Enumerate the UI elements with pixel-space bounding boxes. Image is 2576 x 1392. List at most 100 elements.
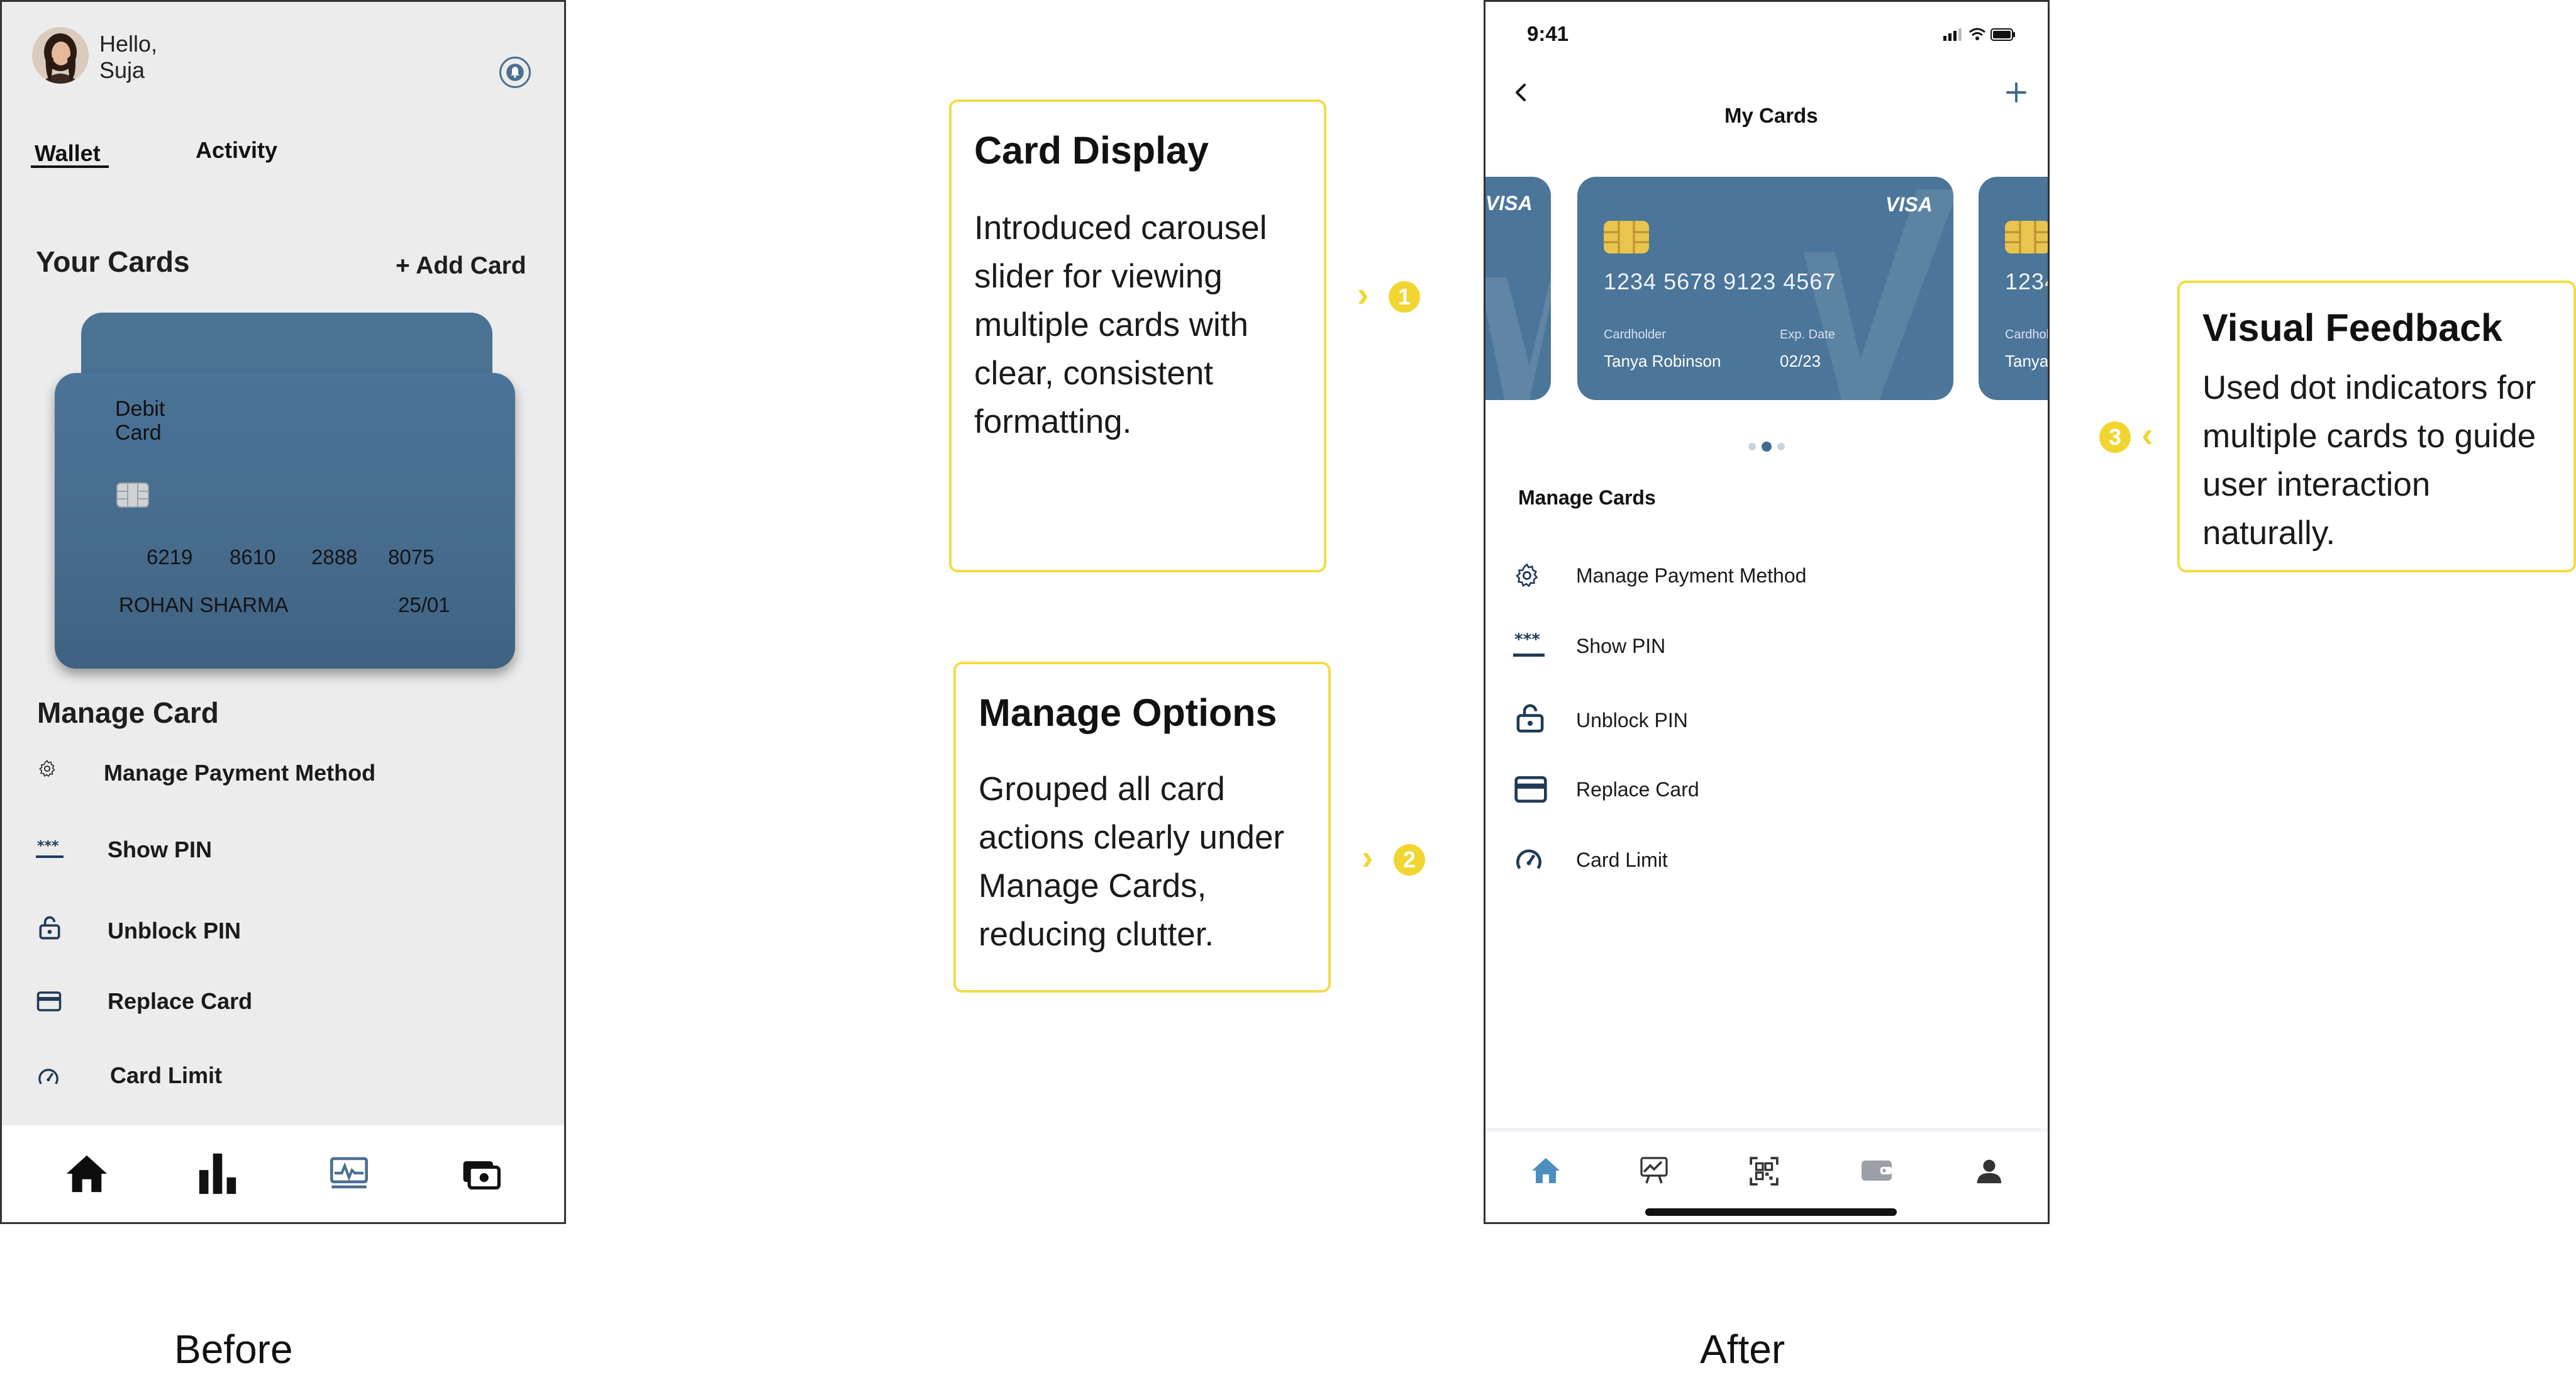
svg-text:***: *** — [37, 838, 59, 854]
callout-line: formatting. — [974, 403, 1132, 440]
wallet-icon[interactable] — [1860, 1158, 1893, 1183]
menu-item-replace-card[interactable]: Replace Card — [1513, 772, 2016, 807]
manage-card-title: Manage Card — [37, 696, 219, 729]
expiry-label: Exp. Date — [1780, 328, 1835, 342]
callout-line: reducing clutter. — [979, 916, 1214, 953]
wallet-icon[interactable] — [461, 1157, 501, 1189]
callout-title: Manage Options — [979, 691, 1277, 734]
bell-icon — [506, 64, 524, 81]
chip-icon — [1604, 221, 1649, 253]
callout-line: slider for viewing — [974, 258, 1223, 295]
gear-icon — [1516, 563, 1538, 587]
profile-icon[interactable] — [1975, 1157, 2004, 1186]
visa-logo: VISA — [1485, 192, 1533, 214]
carousel-dot[interactable] — [1748, 443, 1756, 450]
callout-body: Used dot indicators for multiple cards t… — [2202, 364, 2536, 557]
after-caption: After — [1700, 1327, 1785, 1372]
menu-label: Unblock PIN — [108, 918, 242, 944]
nav-divider — [1485, 1128, 2048, 1132]
notification-button[interactable] — [499, 57, 531, 88]
status-bar-icons — [1943, 28, 2015, 41]
after-phone-screen: 9:41 My Cards VISA VISA 1234 5678 9123 4… — [1484, 0, 2050, 1224]
menu-item-unblock-pin[interactable]: Unblock PIN — [1513, 701, 2016, 737]
home-icon[interactable] — [65, 1153, 109, 1194]
card-type-line1: Debit — [115, 397, 165, 421]
chip-icon — [116, 482, 149, 508]
menu-item-card-limit[interactable]: Card Limit — [1513, 842, 2016, 877]
chevron-right-icon: › — [1362, 837, 1374, 877]
menu-label: Card Limit — [110, 1062, 223, 1088]
carousel-card-active[interactable]: VISA 1234 5678 9123 4567 Cardholder Tany… — [1577, 177, 1953, 400]
card-holder-name: ROHAN SHARMA — [119, 593, 289, 616]
home-indicator — [1645, 1208, 1897, 1216]
chevron-left-icon: ‹ — [2141, 415, 2153, 454]
menu-item-show-pin[interactable]: *** Show PIN — [1513, 630, 2016, 662]
chart-icon[interactable] — [1639, 1155, 1669, 1186]
add-card-button[interactable]: + Add Card — [396, 252, 526, 280]
callout-badge-1: 1 — [1389, 281, 1420, 313]
callout-line: Manage Cards, — [979, 867, 1207, 905]
card-number-group-4: 8075 — [388, 545, 435, 569]
visa-logo: VISA — [1885, 193, 1933, 216]
menu-label: Manage Payment Method — [1576, 564, 1807, 587]
menu-item-show-pin[interactable]: *** Show PIN — [36, 835, 533, 871]
carousel-card-next[interactable]: 1234 Cardhol Tanya — [1979, 177, 2050, 400]
menu-label: Show PIN — [108, 837, 213, 862]
gauge-icon — [38, 1069, 58, 1084]
tab-wallet[interactable]: Wallet — [35, 140, 101, 167]
menu-label: Replace Card — [1576, 778, 1699, 801]
callout-line: Grouped all card — [979, 771, 1225, 808]
chip-icon — [2005, 221, 2048, 253]
menu-item-card-limit[interactable]: Card Limit — [36, 1061, 533, 1096]
menu-label: Card Limit — [1576, 849, 1668, 871]
your-cards-title: Your Cards — [36, 245, 190, 278]
avatar[interactable] — [32, 27, 89, 84]
carousel-card-prev[interactable]: VISA — [1485, 177, 1551, 400]
menu-label: Show PIN — [1576, 635, 1666, 657]
tab-activity[interactable]: Activity — [196, 137, 277, 164]
card-number: 1234 — [2005, 269, 2048, 294]
callout-line: multiple cards with — [974, 306, 1248, 343]
bar-chart-icon[interactable] — [197, 1152, 238, 1196]
bottom-nav — [2, 1125, 564, 1222]
debit-card[interactable]: Debit Card 6219 8610 2888 8075 ROHAN SHA… — [55, 373, 515, 669]
pin-icon: *** — [36, 838, 64, 858]
cardholder-label: Cardhol — [2005, 328, 2050, 342]
menu-item-manage-payment[interactable]: Manage Payment Method — [37, 759, 534, 794]
menu-item-replace-card[interactable]: Replace Card — [36, 987, 533, 1022]
lock-icon — [1516, 704, 1544, 733]
card-number: 1234 5678 9123 4567 — [1604, 269, 1836, 294]
cardholder-name: Tanya — [2005, 352, 2049, 370]
card-number-group-3: 2888 — [311, 545, 358, 569]
greeting: Hello, Suja — [99, 31, 157, 84]
menu-item-manage-payment[interactable]: Manage Payment Method — [1513, 560, 2016, 593]
menu-label: Replace Card — [108, 988, 253, 1014]
activity-icon[interactable] — [330, 1157, 368, 1189]
qr-icon[interactable] — [1748, 1155, 1780, 1187]
card-icon — [1514, 776, 1547, 803]
tab-wallet-label: Wallet — [35, 140, 101, 166]
add-icon[interactable] — [2004, 80, 2029, 105]
callout-title: Card Display — [974, 129, 1209, 172]
card-icon — [36, 991, 62, 1011]
back-arrow-icon[interactable] — [1512, 80, 1531, 105]
callout-visual-feedback: Visual Feedback Used dot indicators for … — [2177, 281, 2576, 572]
page-title: My Cards — [1724, 104, 1818, 127]
callout-line: Used dot indicators for — [2202, 369, 2536, 406]
callout-badge-2: 2 — [1394, 844, 1425, 876]
home-icon[interactable] — [1531, 1157, 1561, 1184]
card-expiry: 25/01 — [398, 593, 450, 616]
expiry-value: 02/23 — [1780, 352, 1821, 370]
gear-icon — [39, 760, 55, 777]
carousel-dot[interactable] — [1777, 443, 1785, 450]
gauge-icon — [1516, 849, 1541, 869]
menu-item-unblock-pin[interactable]: Unblock PIN — [36, 914, 533, 949]
tab-active-indicator — [31, 165, 109, 168]
cardholder-label: Cardholder — [1604, 328, 1666, 342]
chevron-right-icon: › — [1357, 274, 1369, 314]
before-caption: Before — [174, 1327, 293, 1372]
callout-line: multiple cards to guide — [2202, 418, 2536, 455]
carousel-dot-active[interactable] — [1762, 442, 1772, 452]
callout-badge-3: 3 — [2099, 421, 2131, 453]
pin-icon: *** — [1513, 630, 1545, 657]
